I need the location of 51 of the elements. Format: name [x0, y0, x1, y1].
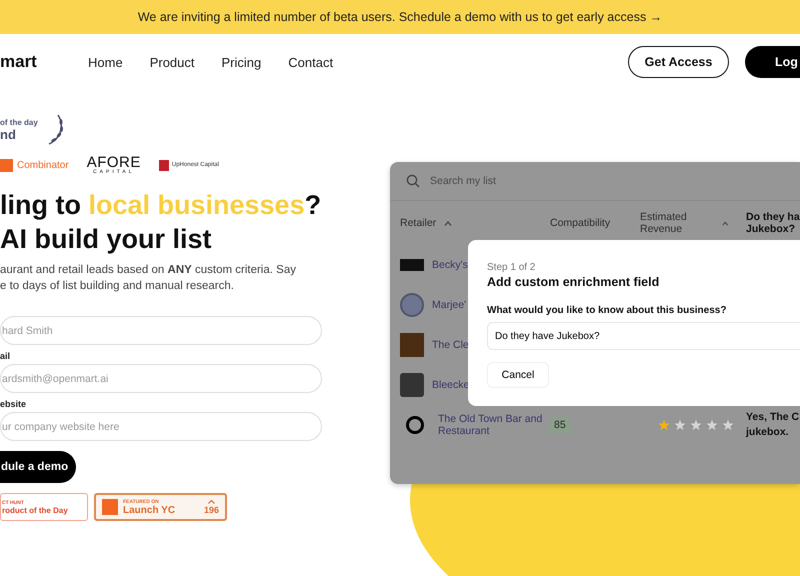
- nav-link[interactable]: Home: [88, 54, 123, 70]
- retailer-name[interactable]: Marjee': [432, 299, 466, 311]
- subtitle-text: e to days of list building and manual research.: [0, 279, 235, 294]
- logo[interactable]: mart: [0, 52, 88, 72]
- retailer-logo-icon: [400, 293, 424, 317]
- nav-link[interactable]: Contact: [288, 54, 334, 70]
- nav-button[interactable]: Get Access: [628, 46, 729, 78]
- input-field[interactable]: ur company website here: [0, 412, 322, 441]
- investor-name: AFORE: [86, 155, 141, 170]
- column-header[interactable]: Retailer: [400, 217, 436, 229]
- retailer-logo-icon: [406, 416, 424, 434]
- field-label: ail: [0, 351, 12, 361]
- step-label: Step 1 of 2: [487, 262, 536, 273]
- nav-link[interactable]: Product: [150, 54, 194, 70]
- input-field[interactable]: Do they have Jukebox?: [487, 322, 800, 350]
- u-logo-icon: [158, 160, 169, 170]
- cancel-button[interactable]: Cancel: [487, 362, 549, 388]
- column-header[interactable]: Do they ha Jukebox?: [746, 211, 800, 235]
- search-field[interactable]: Search my list: [428, 174, 582, 188]
- subtitle-text: aurant and retail leads based on ANY custom criteria. Say: [0, 263, 297, 278]
- search-icon: [406, 174, 420, 188]
- retailer-name[interactable]: Becky's: [432, 259, 468, 271]
- sort-caret-icon[interactable]: [722, 220, 728, 226]
- answer-text: Yes, The C jukebox.: [746, 410, 800, 440]
- award-caption: of the day: [0, 118, 38, 127]
- upvote-count: 196: [204, 506, 219, 514]
- nav-link[interactable]: Pricing: [222, 54, 262, 70]
- input-field[interactable]: ardsmith@openmart.ai: [0, 364, 322, 393]
- nav-button[interactable]: Log: [745, 46, 800, 78]
- column-header[interactable]: Estimated Revenue: [640, 211, 714, 235]
- retailer-logo-icon: [400, 373, 424, 397]
- retailer-name[interactable]: The Old Town Bar and Restaurant: [438, 413, 550, 437]
- upvote-caret-icon: [208, 500, 215, 504]
- retailer-name[interactable]: Bleecke: [432, 379, 470, 391]
- schedule-demo-button[interactable]: dule a demo: [0, 451, 76, 483]
- retailer-name[interactable]: The Cle: [432, 339, 469, 351]
- banner-text[interactable]: We are inviting a limited number of beta users. Schedule a demo with us to get early access →: [138, 10, 662, 24]
- retailer-logo-icon: [400, 259, 424, 271]
- compatibility-score: 85: [550, 417, 570, 433]
- award-title: nd: [0, 127, 17, 142]
- input-field[interactable]: hard Smith: [0, 316, 322, 345]
- modal-title: Add custom enrichment field: [487, 275, 660, 289]
- headline: AI build your list: [0, 223, 213, 256]
- field-label: What would you like to know about this business?: [487, 305, 726, 316]
- investor-name: Combinator: [17, 160, 69, 170]
- field-label: ebsite: [0, 399, 28, 409]
- column-header[interactable]: Compatibility: [550, 217, 610, 229]
- retailer-logo-icon: [400, 333, 424, 357]
- headline: ling to local businesses?: [0, 189, 322, 222]
- y-logo-icon: [0, 158, 13, 172]
- sort-caret-icon[interactable]: [444, 220, 452, 226]
